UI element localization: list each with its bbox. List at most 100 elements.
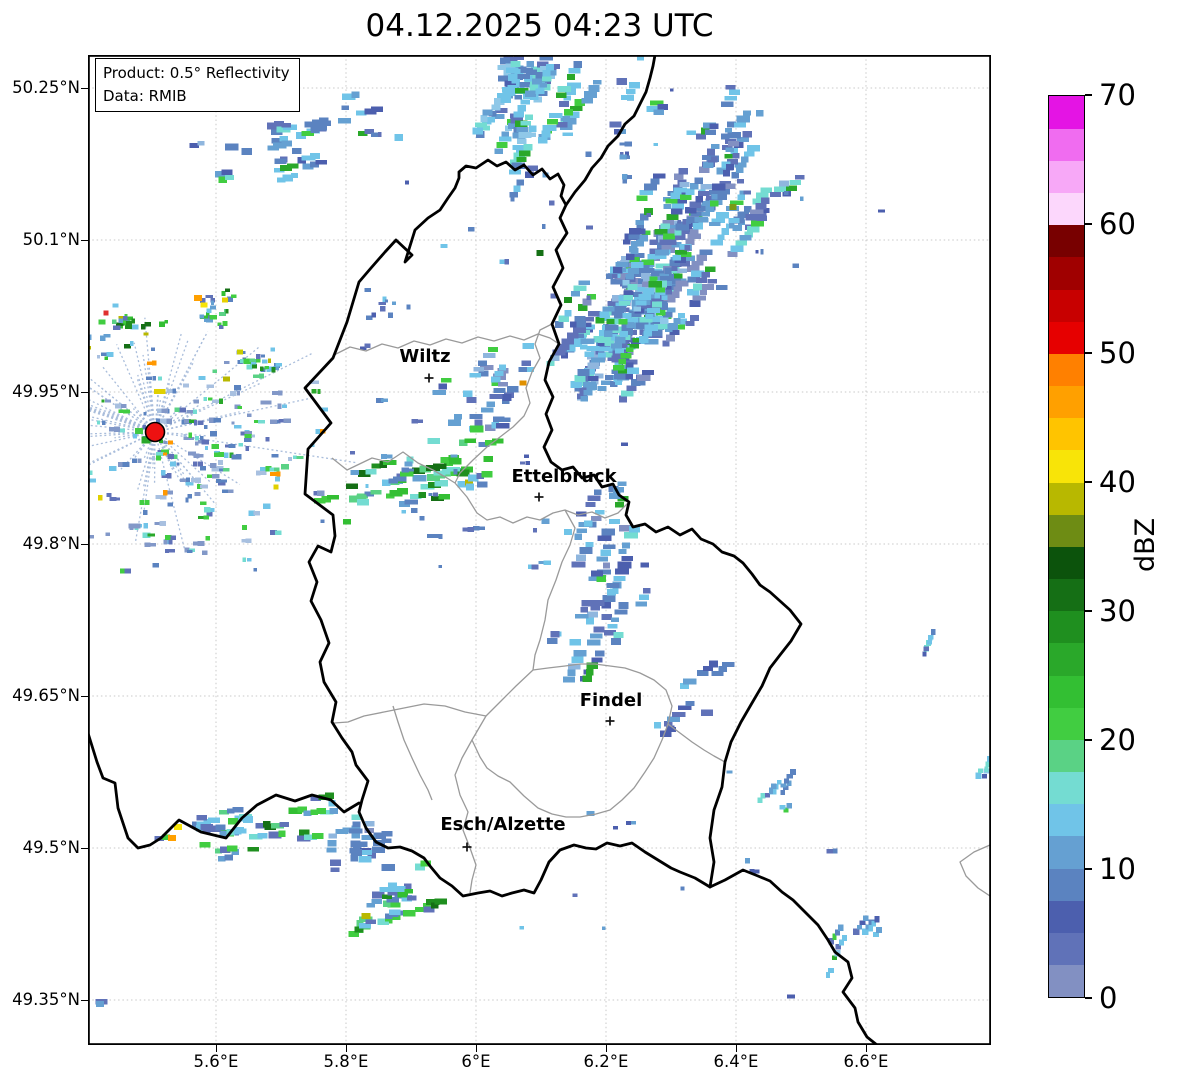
echo-cell	[561, 338, 574, 345]
echo-cell	[227, 489, 234, 493]
echo-cell	[760, 793, 766, 799]
echo-cell	[541, 518, 550, 524]
echo-cell	[727, 251, 738, 258]
echo-cell	[713, 221, 721, 226]
colorbar-tick-label: 0	[1099, 981, 1118, 1015]
echo-cell	[168, 835, 176, 841]
echo-cell	[673, 286, 683, 292]
echo-cell	[187, 549, 193, 553]
echo-cell	[695, 195, 703, 203]
echo-cell	[653, 142, 659, 147]
echo-cell	[211, 473, 220, 479]
echo-cell	[192, 409, 198, 414]
echo-cell	[580, 396, 588, 402]
echo-cell	[607, 623, 618, 629]
spoke-line	[166, 397, 312, 431]
echo-cell	[208, 817, 220, 824]
city-label: Esch/Alzette	[440, 814, 565, 835]
echo-cell	[275, 530, 282, 535]
echo-cell	[113, 426, 120, 432]
echo-cell	[606, 318, 615, 324]
echo-cell	[665, 334, 675, 342]
echo-cell	[235, 827, 244, 832]
echo-cell	[618, 549, 627, 555]
echo-cell	[118, 318, 123, 323]
gridlines	[88, 55, 991, 1045]
echo-cell	[647, 253, 657, 260]
echo-cell	[625, 373, 633, 380]
echo-cell	[504, 259, 510, 265]
echo-cell	[214, 452, 219, 457]
echo-cell	[172, 388, 177, 394]
echo-cell	[399, 471, 414, 477]
echo-cell	[541, 76, 552, 82]
echo-cell	[584, 351, 594, 358]
echo-cell	[721, 661, 735, 668]
echo-cell	[760, 249, 764, 255]
echo-cell	[603, 330, 613, 337]
echo-cell	[108, 466, 117, 472]
colorbar-segment	[1049, 224, 1084, 258]
echo-cell	[602, 926, 606, 930]
colorbar-tick-label: 10	[1099, 852, 1136, 886]
echo-cell	[705, 129, 716, 135]
echo-cell	[466, 483, 474, 491]
echo-cell	[224, 143, 239, 151]
echo-cell	[568, 132, 573, 137]
echo-cell	[237, 406, 243, 410]
echo-cell	[225, 175, 234, 180]
echo-cell	[205, 294, 213, 299]
echo-cell	[316, 123, 327, 131]
echo-cell	[486, 401, 495, 407]
echo-cell	[859, 920, 866, 925]
echo-cell	[717, 234, 725, 240]
echo-cell	[473, 366, 485, 372]
echo-cell	[701, 283, 714, 291]
echo-cluster	[348, 860, 447, 937]
echo-cell	[519, 150, 531, 157]
colorbar-tick-label: 70	[1099, 78, 1136, 112]
echo-cell	[463, 390, 473, 397]
echo-cell	[692, 295, 707, 301]
echo-cell	[549, 200, 555, 206]
echo-cell	[188, 451, 197, 456]
echo-cell	[266, 400, 272, 405]
echo-cell	[278, 390, 283, 396]
echo-cell	[626, 155, 631, 159]
spoke-line	[157, 331, 183, 421]
echo-cell	[206, 384, 214, 389]
echo-cell	[185, 481, 194, 486]
echo-cell	[573, 61, 582, 69]
echo-cell	[245, 445, 249, 451]
echo-cell	[742, 110, 751, 116]
echo-cell	[874, 916, 880, 923]
colorbar-axis-label: dBZ	[1130, 517, 1161, 573]
colorbar-segment	[1049, 835, 1084, 869]
echo-cell	[754, 869, 760, 874]
echo-cell	[583, 91, 598, 98]
echo-cell	[581, 98, 593, 104]
echo-cell	[619, 154, 628, 160]
echo-cell	[404, 888, 413, 894]
echo-cell	[856, 925, 862, 930]
echo-cell	[599, 311, 609, 318]
echo-cell	[640, 562, 649, 568]
echo-cell	[794, 174, 805, 180]
echo-cell	[133, 433, 137, 439]
product-info-line1: Product: 0.5° Reflectivity	[103, 64, 290, 82]
echo-cell	[197, 141, 205, 146]
colorbar-segment	[1049, 578, 1084, 612]
echo-cell	[222, 297, 228, 303]
echo-cell	[727, 132, 741, 139]
echo-cell	[628, 267, 640, 274]
echo-cell	[577, 369, 590, 376]
echo-cell	[780, 783, 787, 788]
echo-cell	[147, 533, 156, 537]
echo-cell	[618, 359, 627, 365]
echo-cell	[639, 190, 653, 196]
spoke-line	[155, 393, 159, 421]
echo-cell	[240, 359, 244, 363]
echo-cell	[257, 420, 266, 424]
echo-cell	[625, 274, 634, 280]
echo-cell	[464, 438, 476, 444]
